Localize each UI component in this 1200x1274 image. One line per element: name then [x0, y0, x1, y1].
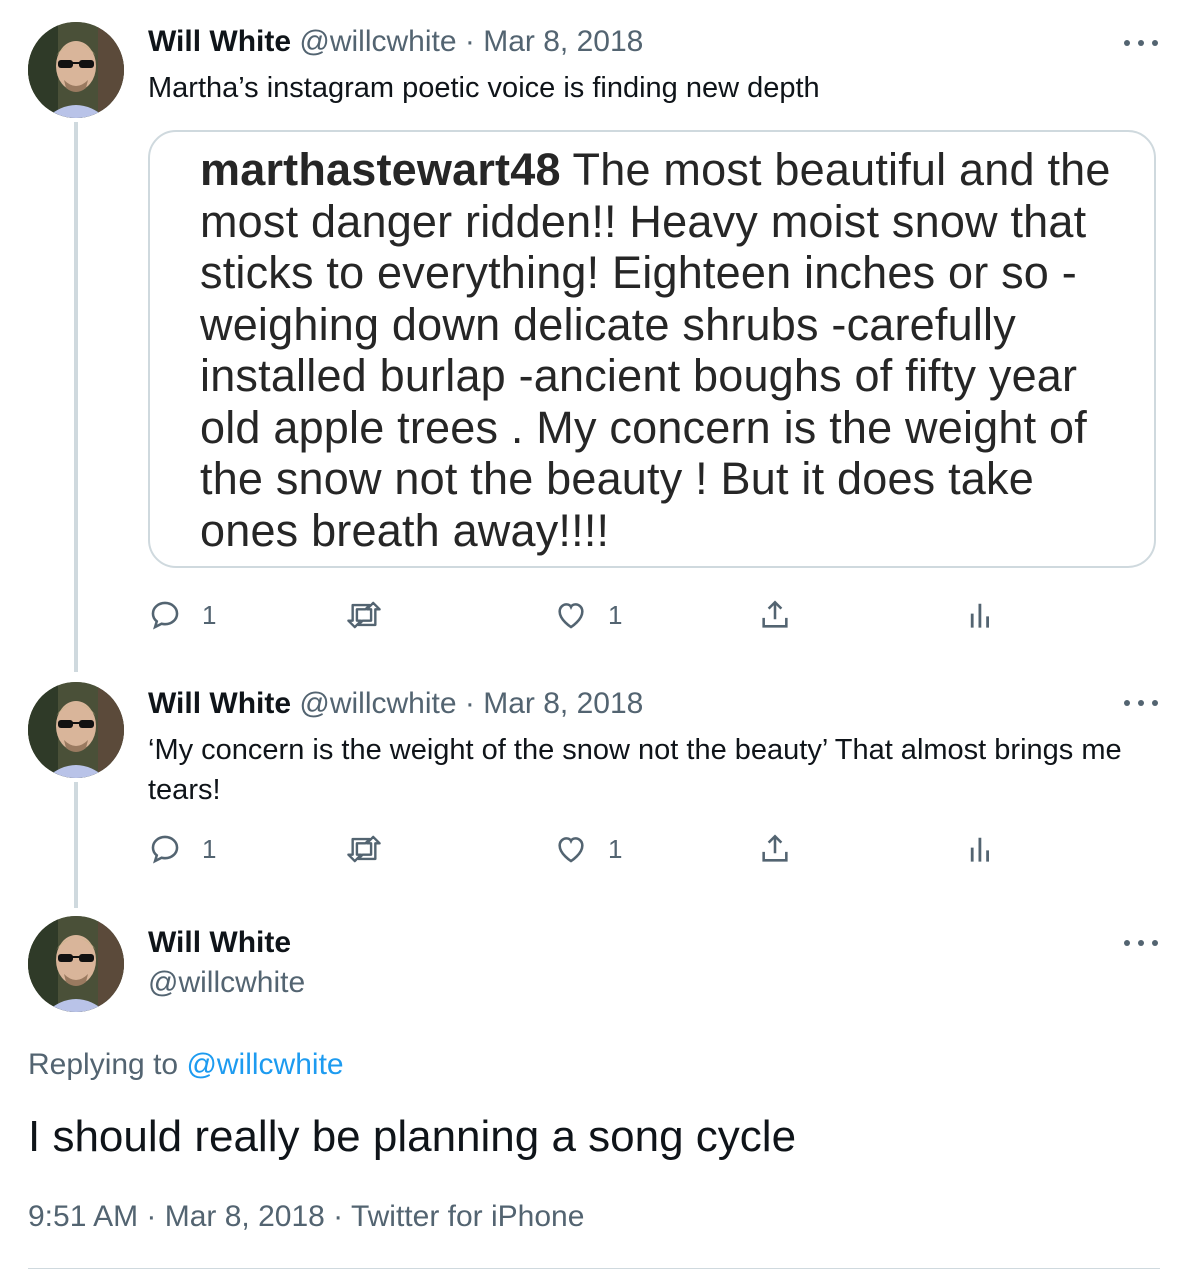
tweet-header: Will White @willcwhite · Mar 8, 2018 [148, 24, 643, 60]
reply-icon [151, 835, 179, 864]
like-count: 1 [608, 833, 623, 864]
avatar[interactable] [28, 916, 124, 1012]
retweet-button[interactable] [344, 598, 384, 632]
reply-count: 1 [202, 833, 217, 864]
avatar[interactable] [28, 682, 124, 778]
retweet-button[interactable] [344, 832, 384, 866]
heart-icon [558, 603, 584, 629]
quoted-screenshot[interactable]: marthastewart48 The most beautiful and t… [148, 130, 1156, 568]
like-button[interactable]: 1 [554, 832, 622, 866]
separator-dot: · [464, 25, 475, 58]
main-tweet: Will White @willcwhite Replying to @will… [0, 914, 1200, 1274]
main-tweet-text: I should really be planning a song cycle [28, 1112, 797, 1161]
tweet-timestamp: 9:51 AM · Mar 8, 2018 · Twitter for iPho… [28, 1200, 584, 1234]
reply-button[interactable]: 1 [148, 598, 216, 632]
replying-handle-link[interactable]: @willcwhite [186, 1048, 343, 1081]
like-count: 1 [608, 599, 623, 630]
analytics-icon [970, 603, 989, 628]
tweet-date[interactable]: Mar 8, 2018 [483, 25, 643, 58]
tweet-date[interactable]: Mar 8, 2018 [165, 1200, 325, 1233]
divider [28, 1268, 1160, 1269]
like-button[interactable]: 1 [554, 598, 622, 632]
tweet[interactable]: Will White @willcwhite · Mar 8, 2018 Mar… [0, 20, 1200, 640]
tweet-time[interactable]: 9:51 AM [28, 1200, 138, 1233]
heart-icon [558, 837, 584, 863]
share-button[interactable] [758, 832, 792, 866]
display-name[interactable]: Will White [148, 926, 291, 960]
more-icon[interactable] [1124, 698, 1158, 708]
analytics-icon [970, 837, 989, 862]
quoted-author: marthastewart48 [200, 144, 561, 195]
action-bar: 1 1 [148, 598, 1008, 638]
display-name[interactable]: Will White [148, 25, 291, 58]
tweet-source[interactable]: Twitter for iPhone [351, 1200, 584, 1233]
retweet-icon [347, 601, 381, 629]
share-icon [762, 834, 788, 862]
user-handle[interactable]: @willcwhite [299, 687, 456, 720]
display-name[interactable]: Will White [148, 687, 291, 720]
tweet-header: Will White @willcwhite · Mar 8, 2018 [148, 686, 643, 722]
more-icon[interactable] [1124, 38, 1158, 48]
action-bar: 1 1 [148, 832, 1008, 872]
tweet-text: ‘My concern is the weight of the snow no… [148, 734, 1122, 806]
separator-dot: · [138, 1200, 165, 1233]
reply-count: 1 [202, 599, 217, 630]
share-button[interactable] [758, 598, 792, 632]
tweet[interactable]: Will White @willcwhite · Mar 8, 2018 ‘My… [0, 682, 1200, 882]
user-handle[interactable]: @willcwhite [299, 25, 456, 58]
reply-button[interactable]: 1 [148, 832, 216, 866]
analytics-button[interactable] [968, 832, 996, 866]
replying-prefix: Replying to [28, 1048, 187, 1081]
separator-dot: · [464, 687, 475, 720]
retweet-icon [347, 835, 381, 863]
analytics-button[interactable] [968, 598, 996, 632]
user-handle[interactable]: @willcwhite [148, 966, 305, 1000]
tweet-text: Martha’s instagram poetic voice is findi… [148, 72, 820, 104]
avatar[interactable] [28, 22, 124, 118]
separator-dot: · [324, 1200, 351, 1233]
share-icon [762, 600, 788, 628]
reply-icon [151, 601, 179, 630]
replying-to: Replying to @willcwhite [28, 1048, 344, 1082]
tweet-date[interactable]: Mar 8, 2018 [483, 687, 643, 720]
quoted-body: The most beautiful and the most danger r… [200, 144, 1111, 556]
quoted-text: marthastewart48 The most beautiful and t… [200, 144, 1140, 556]
more-icon[interactable] [1124, 938, 1158, 948]
